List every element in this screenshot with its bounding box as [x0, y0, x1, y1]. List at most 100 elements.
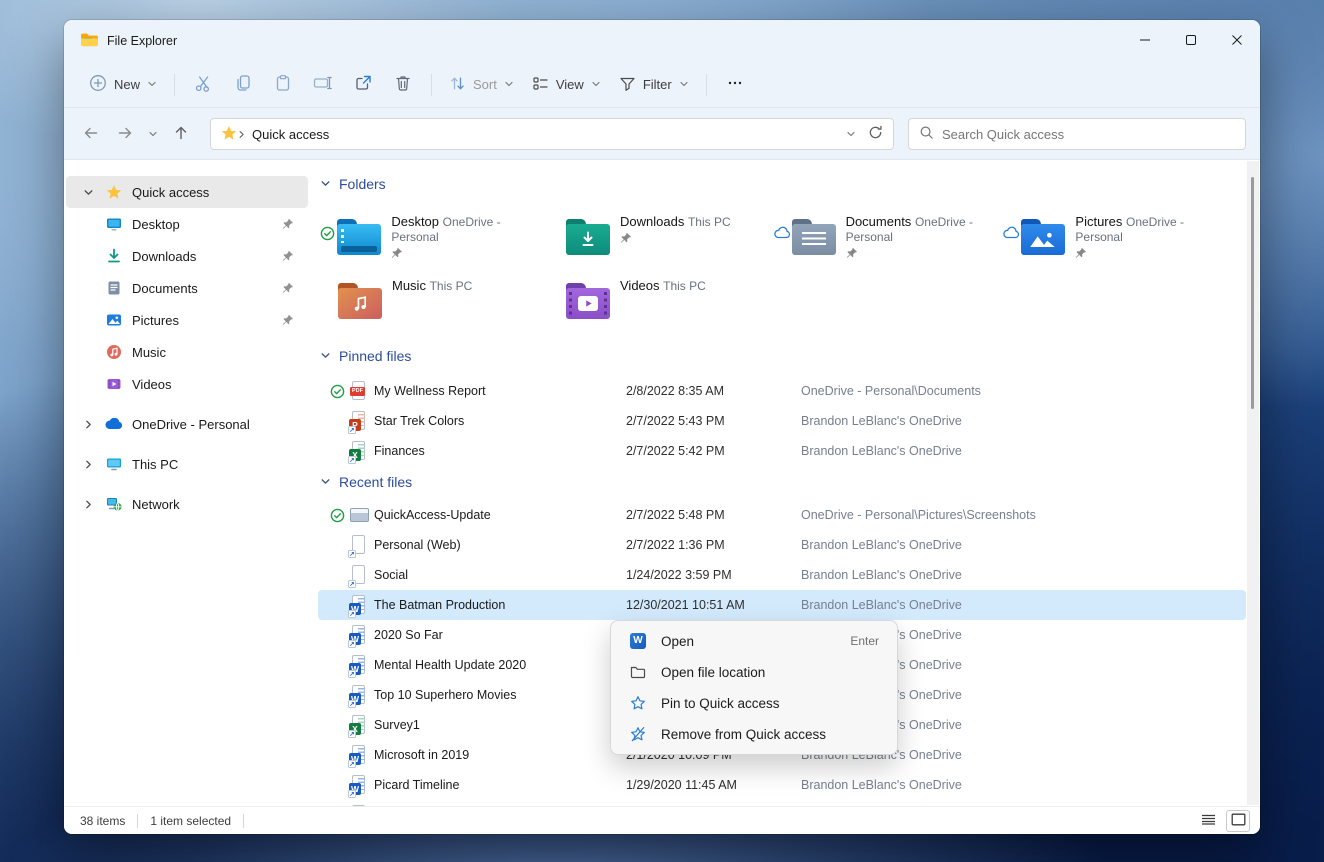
file-name: My Wellness Report — [374, 384, 486, 398]
file-date: 1/24/2022 3:59 PM — [626, 568, 732, 582]
toolbar-divider — [431, 73, 433, 96]
scrollbar[interactable] — [1247, 161, 1259, 805]
sidebar-item[interactable]: Pictures — [66, 304, 308, 336]
folder-tile[interactable]: Music This PC — [318, 270, 546, 332]
context-menu-item[interactable]: Pin to Quick access — [615, 688, 893, 718]
folder-tile[interactable]: Desktop OneDrive - Personal — [318, 206, 546, 268]
section-header-recent-files[interactable]: Recent files — [320, 472, 1246, 492]
share-button[interactable] — [343, 68, 383, 102]
context-menu-item[interactable]: Remove from Quick access — [615, 719, 893, 749]
back-button[interactable] — [74, 117, 108, 151]
details-view-button[interactable] — [1196, 810, 1220, 832]
chevron-right-icon[interactable] — [80, 499, 96, 510]
chevron-down-icon[interactable] — [320, 474, 331, 490]
sort-button[interactable]: Sort — [440, 69, 523, 101]
chevron-right-icon[interactable] — [237, 127, 246, 142]
section-header-pinned-files[interactable]: Pinned files — [320, 346, 1246, 366]
sidebar-item-label: Music — [132, 344, 166, 360]
rename-button[interactable] — [303, 68, 343, 102]
sidebar-item[interactable]: Videos — [66, 368, 308, 400]
sidebar-item-label: Desktop — [132, 216, 180, 232]
folder-tile[interactable]: Videos This PC — [546, 270, 774, 332]
cut-button[interactable] — [183, 68, 223, 102]
address-bar[interactable]: Quick access — [210, 118, 894, 150]
chevron-down-icon[interactable] — [80, 187, 96, 198]
search-box[interactable] — [908, 118, 1246, 150]
file-row[interactable]: W ↗ The Batman Production 12/30/2021 10:5… — [318, 590, 1246, 620]
chevron-down-icon[interactable] — [320, 176, 331, 192]
section-header-folders[interactable]: Folders — [320, 174, 1246, 194]
paste-icon — [274, 74, 292, 95]
paste-button[interactable] — [263, 68, 303, 102]
refresh-icon[interactable] — [868, 125, 883, 143]
address-dropdown-icon[interactable] — [846, 127, 856, 142]
blank-file-icon: ↗ — [348, 534, 374, 558]
sidebar-item[interactable]: Quick access — [66, 176, 308, 208]
context-menu-item[interactable]: Open file location — [615, 657, 893, 687]
folder-tile[interactable]: Downloads This PC — [546, 206, 774, 268]
view-button[interactable]: View — [523, 69, 610, 101]
arrow-up-icon — [173, 125, 189, 144]
pin-icon — [282, 282, 294, 294]
sidebar-item[interactable]: This PC — [66, 448, 308, 480]
view-icon — [532, 75, 549, 95]
more-options-button[interactable] — [715, 68, 755, 102]
toolbar-divider — [705, 73, 707, 96]
folder-videos-icon — [566, 280, 610, 332]
search-input[interactable] — [942, 126, 1235, 142]
chevron-down-icon[interactable] — [320, 348, 331, 364]
folder-tile[interactable]: Pictures OneDrive - Personal — [1002, 206, 1230, 268]
navigation-pane: Quick access Desktop Downloads Documents — [64, 160, 310, 806]
file-name: The Batman Production — [374, 598, 506, 612]
copy-button[interactable] — [223, 68, 263, 102]
videos-icon — [104, 376, 124, 392]
sidebar-item[interactable]: Documents — [66, 272, 308, 304]
maximize-button[interactable] — [1168, 20, 1214, 62]
file-row[interactable]: QuickAccess-Update 2/7/2022 5:48 PM OneD… — [318, 500, 1246, 530]
sidebar-item[interactable]: OneDrive - Personal — [66, 408, 308, 440]
file-name: Social — [374, 568, 409, 582]
minimize-icon — [1138, 33, 1152, 50]
large-thumbnails-view-button[interactable] — [1226, 810, 1250, 832]
pin-icon — [282, 250, 294, 262]
minimize-button[interactable] — [1122, 20, 1168, 62]
window-controls — [1122, 20, 1260, 62]
filter-button[interactable]: Filter — [610, 69, 698, 101]
sidebar-item[interactable]: Network — [66, 488, 308, 520]
folder-location: This PC — [687, 215, 731, 229]
new-button[interactable]: New — [80, 68, 166, 101]
file-location: Brandon LeBlanc's OneDrive — [801, 598, 962, 612]
file-row[interactable]: ↗ Personal (Web) 2/7/2022 1:36 PM Brando… — [318, 530, 1246, 560]
scrollbar-thumb[interactable] — [1251, 177, 1254, 409]
file-row[interactable]: W ↗ Picard Timeline 1/29/2020 11:45 AM Br… — [318, 770, 1246, 800]
folder-location: This PC — [429, 279, 473, 293]
chevron-right-icon[interactable] — [80, 419, 96, 430]
context-menu-item[interactable]: W Open Enter — [615, 626, 893, 656]
toolbar-divider — [174, 73, 176, 96]
folder-tile[interactable]: Documents OneDrive - Personal — [774, 206, 1002, 268]
cloud-icon — [1002, 212, 1021, 268]
recent-locations-button[interactable] — [142, 117, 164, 151]
file-row[interactable]: PDF My Wellness Report 2/8/2022 8:35 AM … — [318, 376, 1246, 406]
file-name: 2020 So Far — [374, 628, 443, 642]
breadcrumb[interactable]: Quick access — [252, 127, 329, 142]
network-icon — [104, 496, 124, 512]
file-row[interactable]: X ↗ Finances 2/7/2022 5:42 PM Brandon LeB… — [318, 436, 1246, 466]
arrow-left-icon — [83, 125, 99, 144]
chevron-right-icon[interactable] — [80, 459, 96, 470]
pin-star-icon — [629, 695, 647, 711]
close-button[interactable] — [1214, 20, 1260, 62]
up-button[interactable] — [164, 117, 198, 151]
sidebar-item[interactable]: Music — [66, 336, 308, 368]
sidebar-item[interactable]: Desktop — [66, 208, 308, 240]
delete-button[interactable] — [383, 68, 423, 102]
file-row[interactable]: ↗ Social 1/24/2022 3:59 PM Brandon LeBla… — [318, 560, 1246, 590]
file-row[interactable]: P ↗ Star Trek Colors 2/7/2022 5:43 PM Bra… — [318, 406, 1246, 436]
file-location: Brandon LeBlanc's OneDrive — [801, 778, 962, 792]
filter-icon — [619, 75, 636, 95]
sidebar-item[interactable]: Downloads — [66, 240, 308, 272]
forward-button[interactable] — [108, 117, 142, 151]
folder-downloads-icon — [566, 216, 610, 268]
file-name: Personal (Web) — [374, 538, 461, 552]
folder-pictures-icon — [1021, 216, 1066, 268]
